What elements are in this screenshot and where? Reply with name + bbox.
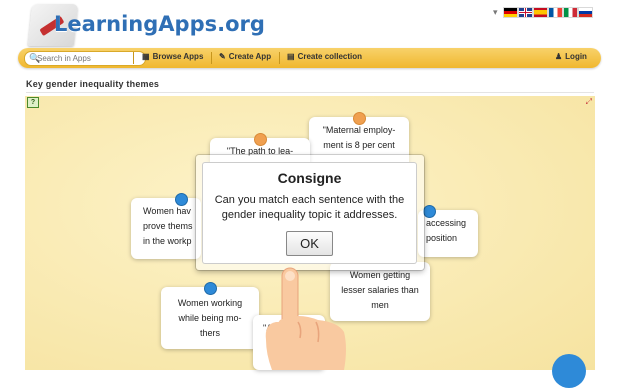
ok-button[interactable]: OK <box>286 231 333 256</box>
page-title: Key gender inequality themes <box>26 79 160 89</box>
create-app-link[interactable]: ✎ Create App <box>219 52 271 61</box>
dialog-title: Consigne <box>277 170 342 186</box>
login-link[interactable]: ♟ Login <box>555 52 587 61</box>
card-text: Women working while being mo-thers <box>177 298 243 338</box>
nav-divider <box>211 52 212 64</box>
nav-divider <box>133 52 134 64</box>
grid-icon: ▦ <box>142 52 150 61</box>
flag-es-icon[interactable] <box>533 7 547 17</box>
create-app-label: Create App <box>228 52 272 61</box>
card-pin <box>424 206 435 217</box>
language-dropdown-icon[interactable]: ▾ <box>493 7 498 18</box>
flag-fr-icon[interactable] <box>548 7 562 17</box>
language-selector[interactable]: ▾ <box>493 6 592 18</box>
flag-it-icon[interactable] <box>563 7 577 17</box>
user-icon: ♟ <box>555 52 563 61</box>
card-pin <box>354 113 365 124</box>
card-text: Women hav prove thems in the workp <box>143 206 193 246</box>
match-card[interactable]: accessing position <box>418 210 478 257</box>
flag-en-icon[interactable] <box>518 7 532 17</box>
flag-de-icon[interactable] <box>503 7 517 17</box>
create-collection-link[interactable]: ▤ Create collection <box>287 52 362 61</box>
match-card[interactable]: Women working while being mo-thers <box>161 287 259 349</box>
card-pin <box>205 283 216 294</box>
instruction-dialog: Consigne Can you match each sentence wit… <box>203 163 416 263</box>
nav-divider <box>279 52 280 64</box>
title-divider <box>26 92 594 93</box>
create-collection-label: Create collection <box>297 52 363 61</box>
hand-pointer-icon <box>265 267 346 370</box>
search-input[interactable] <box>37 52 137 64</box>
flag-ru-icon[interactable] <box>578 7 592 17</box>
site-logo[interactable]: LearningApps.org <box>27 2 265 48</box>
dialog-message: Can you match each sentence with the gen… <box>214 194 405 221</box>
card-text: accessing position <box>426 218 467 243</box>
floating-action-button[interactable] <box>552 354 586 388</box>
help-icon[interactable]: ? <box>27 97 39 108</box>
login-label: Login <box>565 52 587 61</box>
match-card[interactable]: Women hav prove thems in the workp <box>131 198 201 259</box>
browse-apps-link[interactable]: ▦ Browse Apps <box>142 52 203 61</box>
main-navbar: 🔍 ▦ Browse Apps ✎ Create App ▤ Create co… <box>18 48 601 68</box>
fullscreen-icon[interactable]: ⤢ <box>586 97 592 107</box>
search-box[interactable]: 🔍 <box>24 51 146 66</box>
collection-icon: ▤ <box>287 52 295 61</box>
pencil-icon: ✎ <box>219 52 226 61</box>
logo-text: LearningApps.org <box>54 12 265 36</box>
card-pin <box>255 134 266 145</box>
card-pin <box>176 194 187 205</box>
card-text: "Maternal employ-ment is 8 per cent <box>322 125 396 150</box>
browse-apps-label: Browse Apps <box>152 52 204 61</box>
